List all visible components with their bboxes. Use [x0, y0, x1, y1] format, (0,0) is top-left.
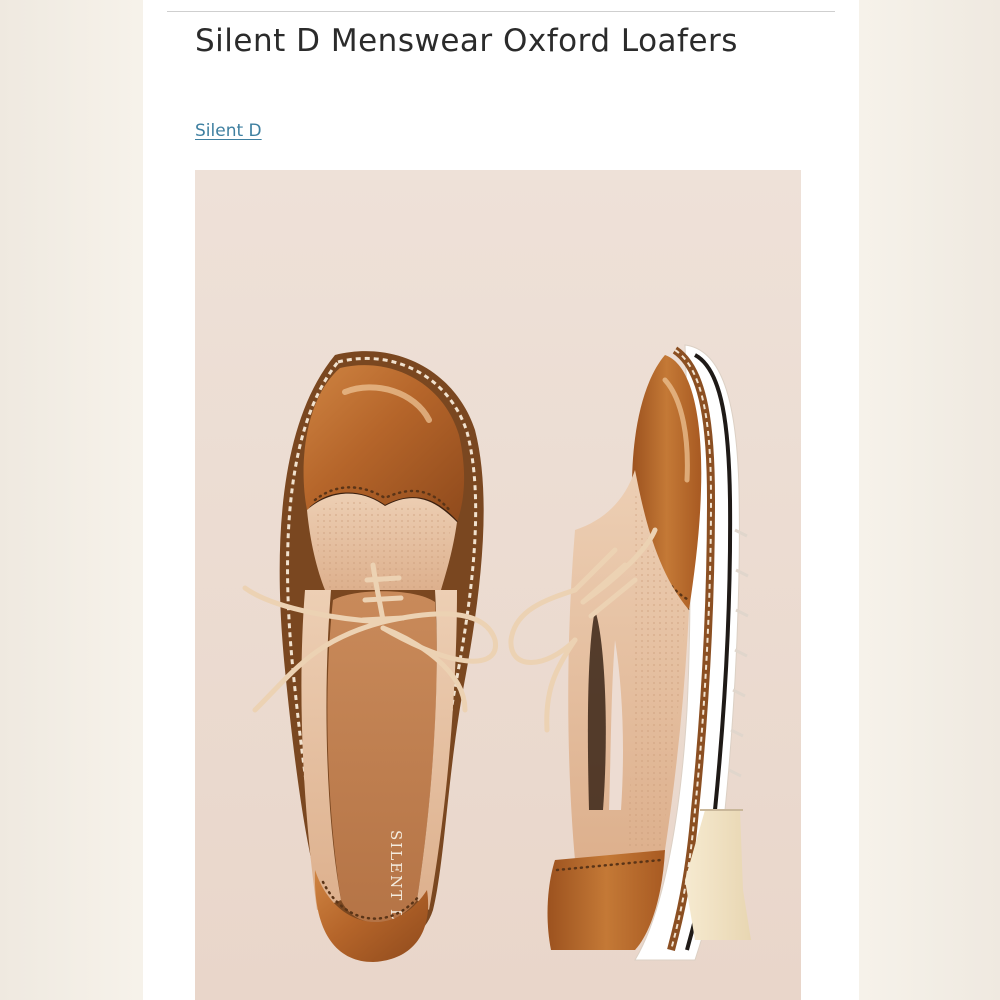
divider [167, 11, 835, 12]
brand-link[interactable]: Silent D [195, 121, 262, 141]
page-background: Silent D Menswear Oxford Loafers Silent … [0, 0, 1000, 1000]
insole-logo: SILENT D [387, 830, 405, 923]
product-image[interactable]: SILENT D [195, 170, 801, 1000]
shoe-illustration: SILENT D [195, 170, 801, 1000]
product-title: Silent D Menswear Oxford Loafers [195, 23, 738, 59]
product-card: Silent D Menswear Oxford Loafers Silent … [143, 0, 859, 1000]
